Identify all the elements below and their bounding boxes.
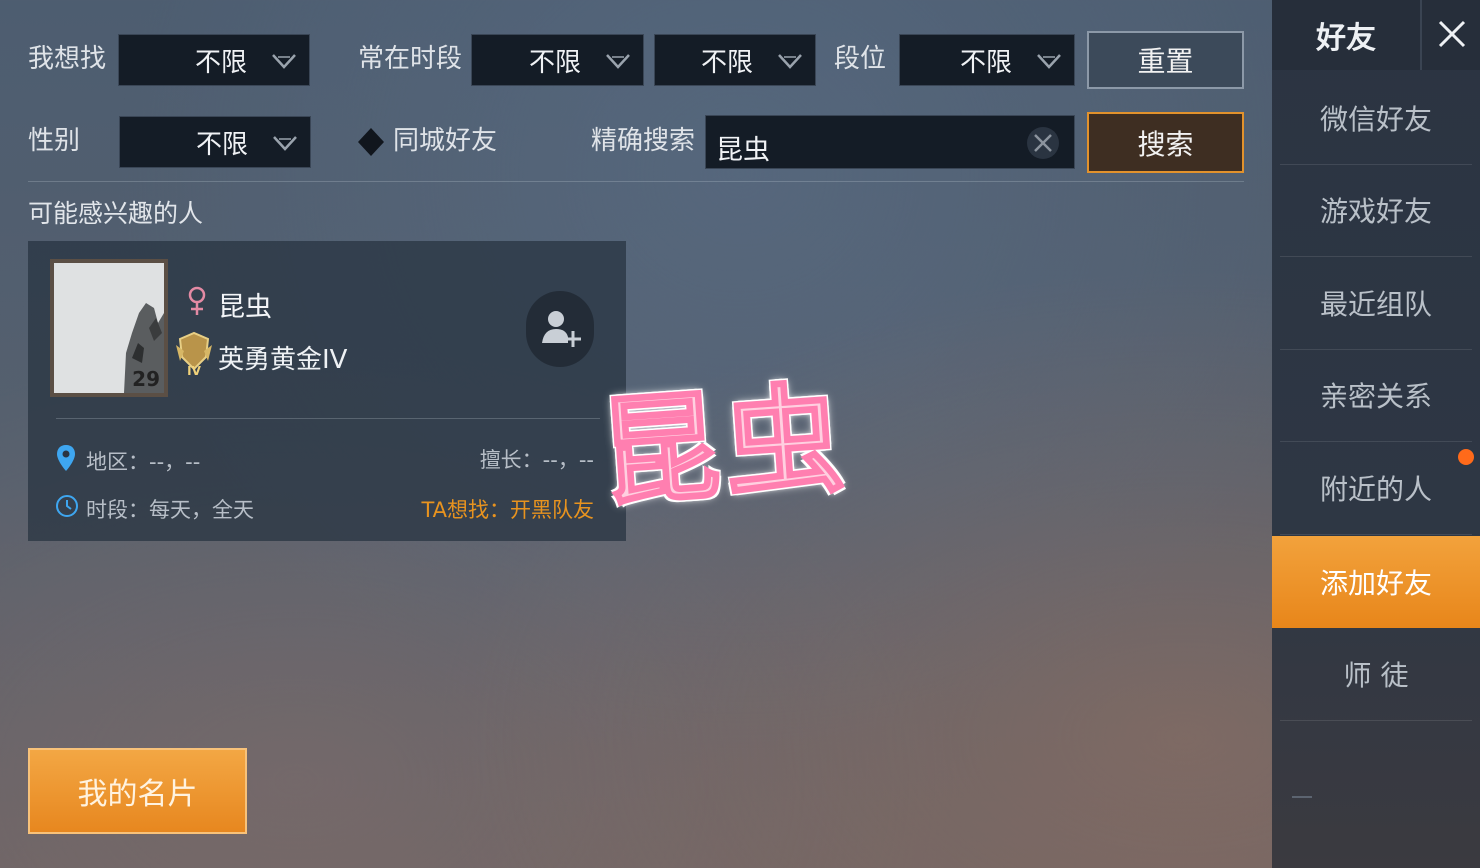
user-card[interactable]: 29 昆虫 IV 英勇黄金IV 地区：--，-- 擅长：--，-- 时段：每天，… [28,241,626,541]
search-button[interactable]: 搜索 [1087,112,1244,173]
sidebar-item-mentorship[interactable]: 师 徒 [1280,628,1472,721]
active-time-select-2[interactable]: 不限 [654,34,816,86]
sidebar-item-nearby[interactable]: 附近的人 [1280,442,1472,535]
search-input-value: 昆虫 [716,135,770,166]
female-icon [188,286,206,315]
my-card-button[interactable]: 我的名片 [28,748,247,834]
sidebar-dash [1292,796,1312,798]
chevron-down-icon [1037,54,1061,69]
sidebar-item-add-friend[interactable]: 添加好友 [1272,536,1480,628]
overlay-caption: 昆虫 [595,367,855,525]
diamond-icon [358,128,384,156]
looking-for-label: 我想找 [28,44,107,74]
level-badge: 29 [132,367,160,391]
active-time-select-1[interactable]: 不限 [471,34,644,86]
gender-label: 性别 [28,126,81,156]
friends-sidebar: 好友 微信好友 游戏好友 最近组队 亲密关系 附近的人 添加好友 师 徒 [1272,0,1480,868]
same-city-label[interactable]: 同城好友 [393,128,497,154]
rank-badge-text: IV [187,364,201,377]
suggestions-heading: 可能感兴趣的人 [28,199,204,228]
gender-value: 不限 [195,129,248,160]
sidebar-title: 好友 [1272,0,1420,70]
sidebar-item-wechat-friends[interactable]: 微信好友 [1280,72,1472,165]
notification-dot [1458,449,1474,465]
active-time-value-2: 不限 [700,47,753,78]
gold-rank-icon: IV [176,331,212,377]
close-icon [1438,20,1466,48]
chevron-down-icon [606,54,630,69]
chevron-down-icon [272,54,296,69]
same-city-checkbox[interactable] [356,126,386,158]
gender-select[interactable]: 不限 [119,116,311,168]
active-time-label: 常在时段 [358,44,463,74]
seeking-text: TA想找：开黑队友 [421,498,594,522]
specialty-text: 擅长：--，-- [479,448,594,472]
sidebar-item-recent-teams[interactable]: 最近组队 [1280,257,1472,350]
avatar[interactable]: 29 [50,259,168,397]
rank-label: 段位 [834,44,887,74]
chevron-down-icon [778,54,802,69]
chevron-down-icon [273,136,297,151]
clock-icon [56,495,78,517]
my-card-label: 我的名片 [77,777,198,812]
sidebar-item-game-friends[interactable]: 游戏好友 [1280,164,1472,257]
reset-button[interactable]: 重置 [1087,31,1244,89]
close-button[interactable] [1420,0,1480,70]
region-text: 地区：--，-- [86,450,201,474]
time-text: 时段：每天，全天 [86,498,254,522]
card-divider [56,418,600,419]
looking-for-select[interactable]: 不限 [118,34,310,86]
clear-icon[interactable] [1026,126,1060,160]
divider [28,181,1244,182]
location-pin-icon [57,445,75,471]
looking-for-value: 不限 [194,47,247,78]
add-friend-button[interactable] [526,291,594,367]
user-rank: 英勇黄金IV [218,345,348,375]
user-name: 昆虫 [218,292,272,323]
active-time-value-1: 不限 [528,47,581,78]
rank-select[interactable]: 不限 [899,34,1075,86]
sidebar-item-close-relations[interactable]: 亲密关系 [1280,349,1472,442]
search-input[interactable]: 昆虫 [705,115,1075,169]
rank-value: 不限 [959,47,1012,78]
exact-search-label: 精确搜索 [591,126,696,156]
add-user-icon [542,311,581,347]
